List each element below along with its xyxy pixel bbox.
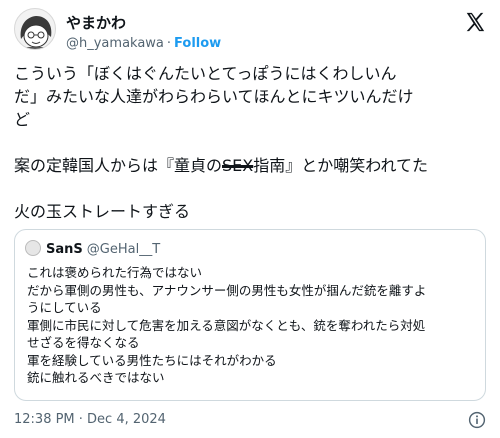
quoted-line: だから軍側の男性も、アナウンサー側の男性も女性が掴んだ銃を離すよ [27, 282, 427, 298]
quoted-tweet-text: これは褒められた行為ではない だから軍側の男性も、アナウンサー側の男性も女性が掴… [27, 264, 479, 387]
tweet-blank-line [14, 131, 490, 154]
user-handle[interactable]: @h_yamakawa [66, 36, 164, 51]
tweet-line: だ」みたいな人達がわらわらいてほんとにキツいんだけ [14, 87, 414, 106]
struck-text: SEX [222, 156, 254, 175]
quoted-tweet[interactable]: SanS @GeHal__T これは褒められた行為ではない だから軍側の男性も、ア… [14, 229, 486, 401]
tweet-text: こういう「ぼくはぐんたいとてっぽうにはくわしいん だ」みたいな人達がわらわらいて… [14, 62, 490, 223]
avatar[interactable] [14, 8, 56, 50]
avatar-illustration-icon [20, 16, 52, 49]
info-icon[interactable] [468, 411, 486, 429]
quoted-line: これは褒められた行為ではない [27, 265, 203, 280]
quoted-line: うにしている [27, 300, 102, 315]
quoted-display-name: SanS [46, 242, 83, 257]
handle-line: @h_yamakawa · Follow [66, 36, 221, 52]
quoted-avatar [25, 240, 41, 256]
tweet-line-suffix: 指南』とか嘲笑われてた [253, 156, 428, 175]
tweet-line-prefix: 案の定韓国人からは『童貞の [14, 156, 223, 175]
x-logo-icon[interactable] [464, 11, 486, 33]
quoted-tweet-header: SanS @GeHal__T [25, 240, 160, 258]
quoted-line: せざるを得なくなる [27, 335, 140, 350]
quoted-handle: @GeHal__T [86, 242, 161, 257]
tweet-line: ど [14, 110, 31, 129]
follow-button[interactable]: Follow [174, 36, 221, 51]
quoted-line: 軍を経験している男性たちにはそれがわかる [27, 352, 277, 368]
tweet-line: 火の玉ストレートすぎる [14, 202, 191, 221]
quoted-line: 軍側に市民に対して危害を加える意図がなくとも、銃を奪われたら対処 [27, 317, 426, 333]
tweet-timestamp[interactable]: 12:38 PM · Dec 4, 2024 [14, 412, 166, 428]
display-name[interactable]: やまかわ [66, 14, 126, 32]
separator-dot: · [166, 36, 172, 51]
tweet-line: 案の定韓国人からは『童貞のSEX指南』とか嘲笑われてた [14, 154, 490, 177]
tweet-blank-line [14, 177, 490, 200]
tweet-line: こういう「ぼくはぐんたいとてっぽうにはくわしいん [14, 64, 397, 83]
tweet-header: やまかわ @h_yamakawa · Follow [14, 8, 486, 56]
quoted-line: 銃に触れるべきではない [27, 370, 165, 385]
